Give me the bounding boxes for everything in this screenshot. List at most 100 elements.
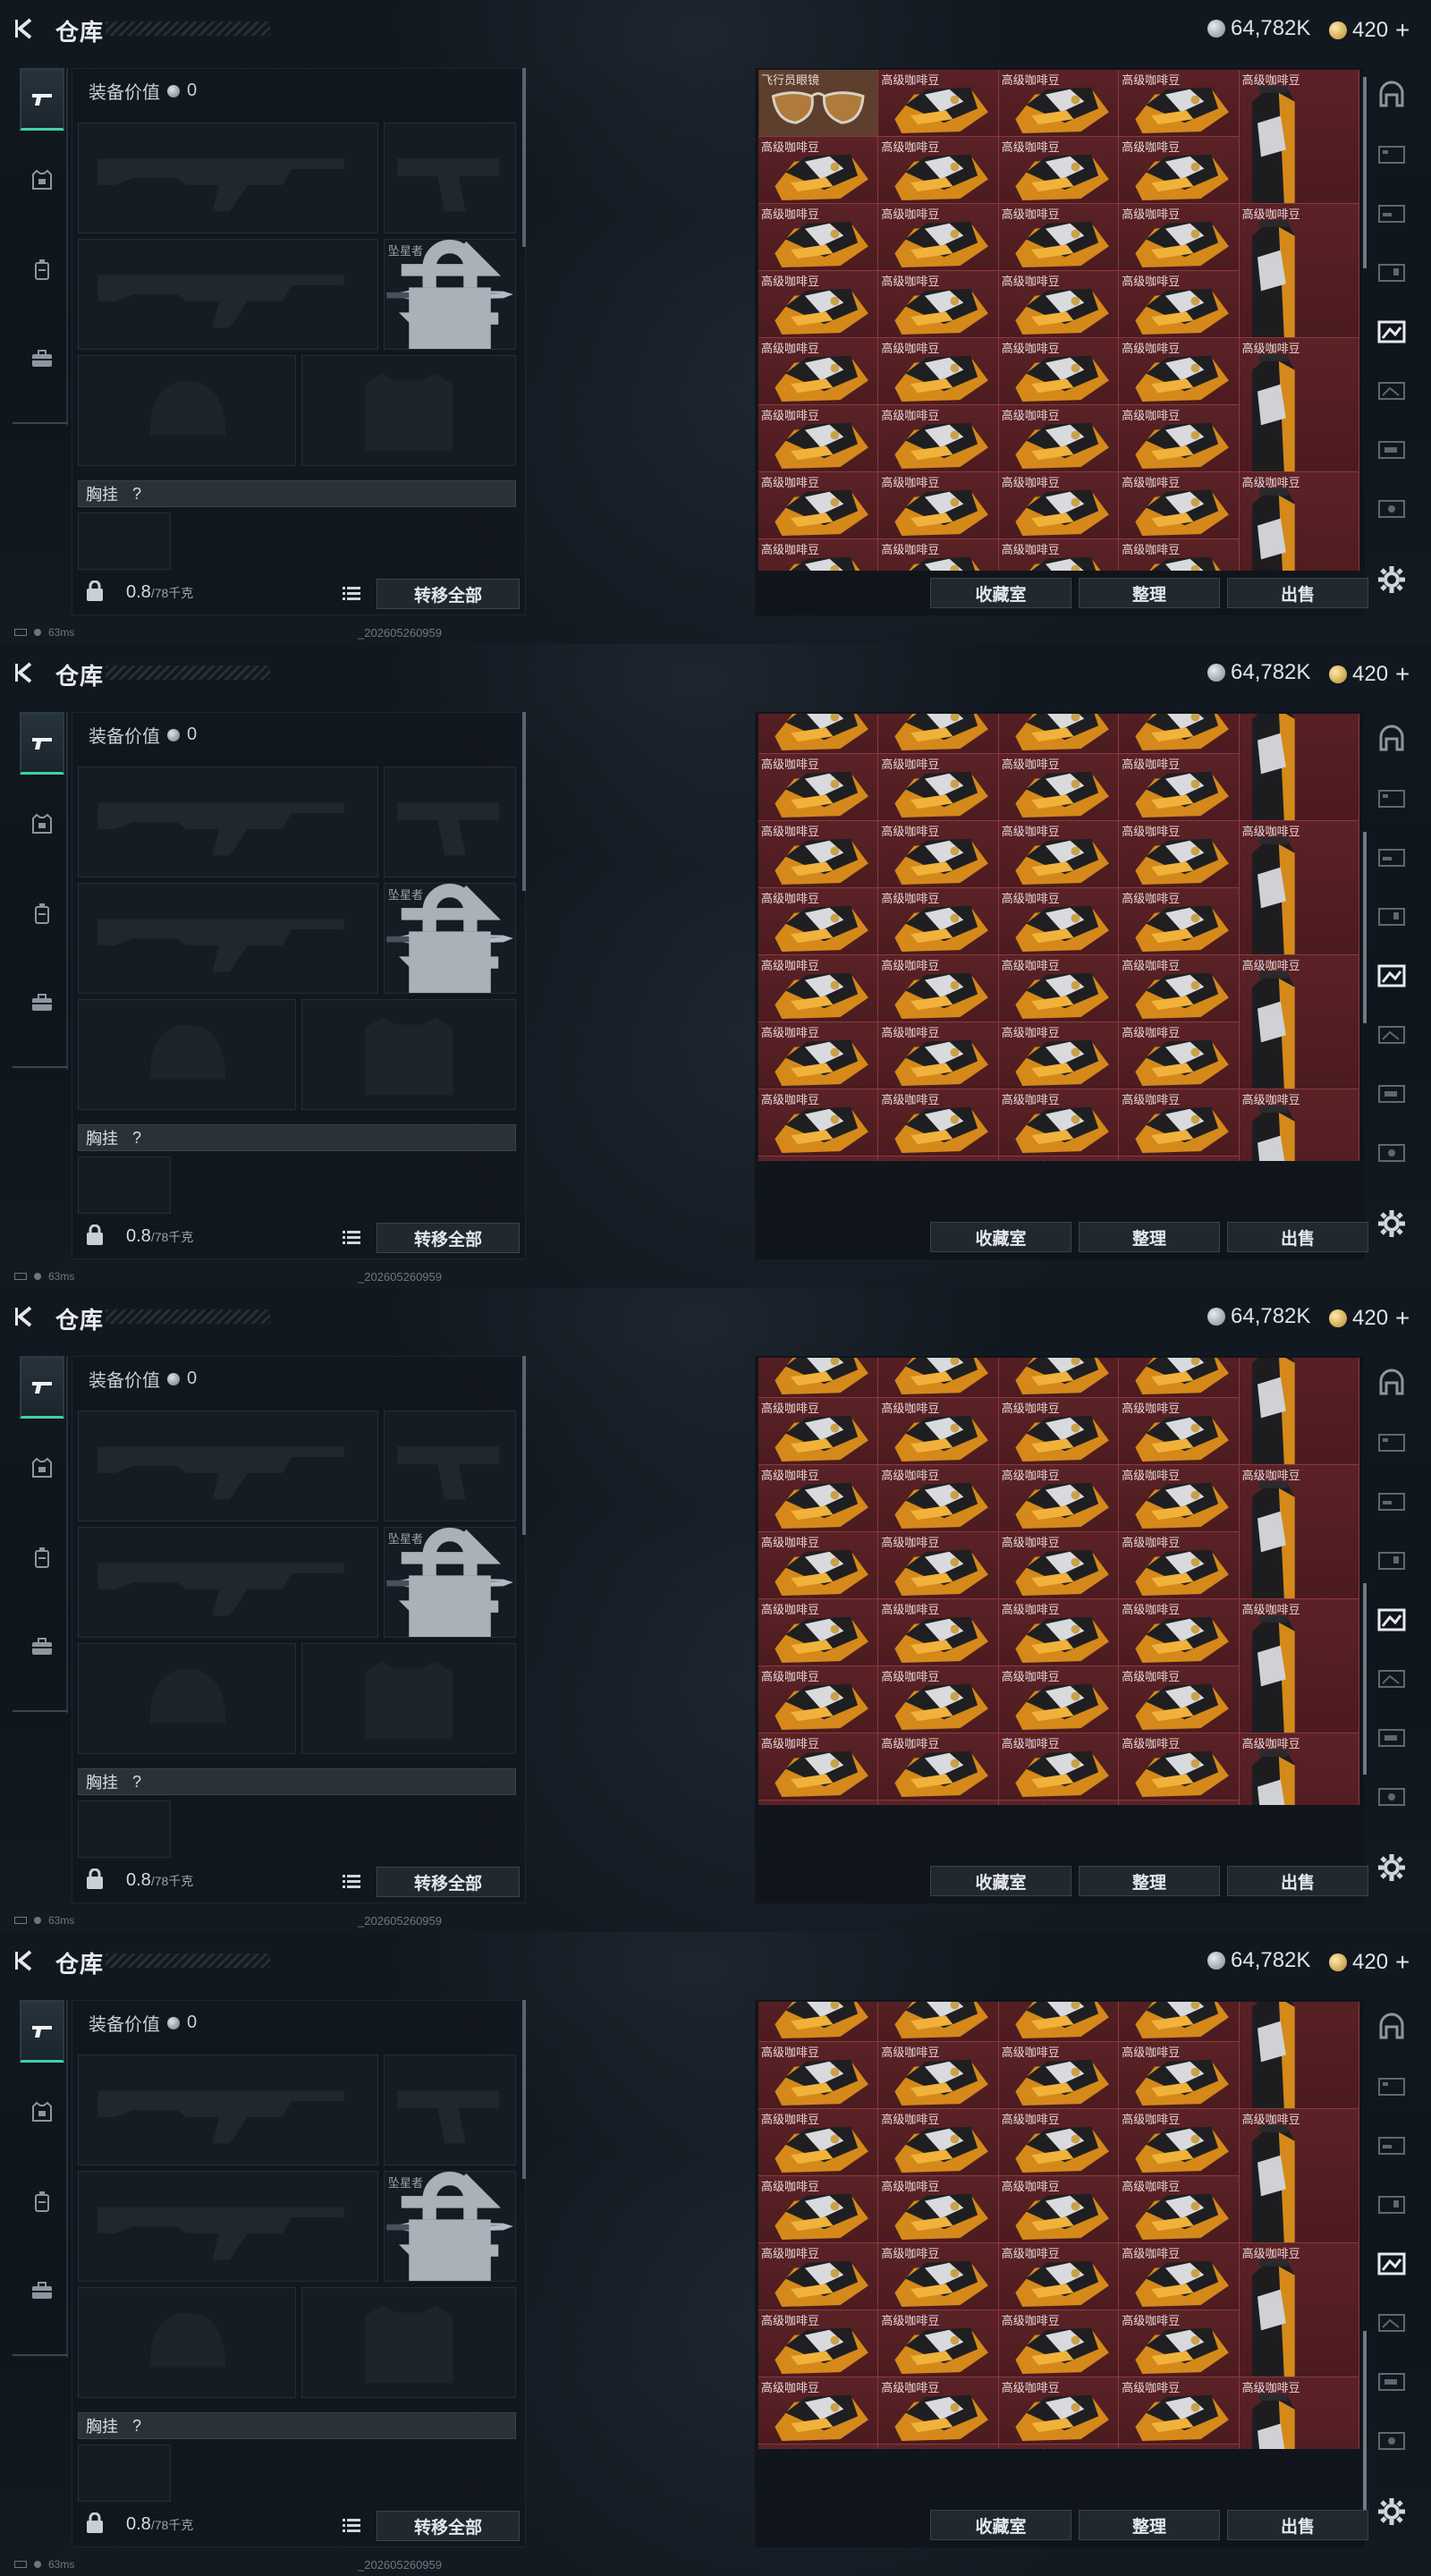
stash-page-tab[interactable] [1372, 1424, 1411, 1460]
stash-item[interactable]: 高级咖啡豆 [758, 1666, 879, 1733]
stash-item[interactable]: 高级咖啡豆 [758, 2445, 879, 2449]
stash-item[interactable]: 高级咖啡豆 [878, 137, 999, 204]
stash-item[interactable]: 高级咖啡豆 [878, 1398, 999, 1465]
stash-item[interactable]: 高级咖啡豆 [1239, 1089, 1359, 1161]
stash-item[interactable]: 高级咖啡豆 [878, 1532, 999, 1599]
collection-room-button[interactable]: 收藏室 [930, 1222, 1071, 1252]
stash-item[interactable]: 高级咖啡豆 [878, 821, 999, 888]
stash-page-tab[interactable] [1372, 839, 1411, 875]
stash-item[interactable]: 高级咖啡豆 [1239, 821, 1359, 955]
transfer-all-button[interactable]: 转移全部 [377, 579, 520, 609]
stash-item[interactable]: 高级咖啡豆 [758, 405, 879, 472]
back-arrow-icon[interactable] [13, 1304, 38, 1329]
stash-item[interactable]: 高级咖啡豆 [758, 2109, 879, 2176]
chest-rig-help[interactable]: ? [132, 2417, 141, 2436]
stash-item[interactable]: 高级咖啡豆 [1239, 955, 1359, 1089]
stash-item[interactable]: 高级咖啡豆 [1239, 2109, 1359, 2243]
stash-item[interactable]: 高级咖啡豆 [998, 1358, 1120, 1398]
stash-item[interactable]: 高级咖啡豆 [758, 888, 879, 955]
stash-item[interactable]: 高级咖啡豆 [1239, 204, 1359, 338]
stash-item[interactable]: 高级咖啡豆 [1119, 137, 1240, 204]
stash-item[interactable]: 高级咖啡豆 [998, 1666, 1120, 1733]
stash-item[interactable]: 高级咖啡豆 [878, 1599, 999, 1666]
melee-slot[interactable]: 坠星者 [384, 883, 516, 994]
stash-item[interactable]: 高级咖啡豆 [1119, 539, 1240, 571]
chest-rig-slot[interactable] [78, 1157, 171, 1214]
stash-item[interactable]: 高级咖啡豆 [758, 204, 879, 271]
stash-item[interactable]: 高级咖啡豆 [878, 955, 999, 1022]
stash-item[interactable]: 高级咖啡豆 [1239, 1733, 1359, 1805]
pistol-slot[interactable] [384, 2055, 516, 2165]
stash-item[interactable]: 高级咖啡豆 [758, 714, 879, 754]
stash-item[interactable]: 高级咖啡豆 [998, 539, 1120, 571]
pistol-slot[interactable] [384, 767, 516, 877]
stash-page-tab[interactable] [1372, 1016, 1411, 1052]
stash-page-tab[interactable] [1372, 2068, 1411, 2104]
stash-item[interactable]: 高级咖啡豆 [878, 405, 999, 472]
transfer-all-button[interactable]: 转移全部 [377, 2511, 520, 2541]
stash-page-tab[interactable] [1372, 77, 1411, 113]
stash-page-tab[interactable] [1372, 2363, 1411, 2399]
stash-item[interactable]: 高级咖啡豆 [758, 2042, 879, 2109]
helmet-slot[interactable] [78, 999, 296, 1110]
stash-item[interactable]: 高级咖啡豆 [878, 539, 999, 571]
stash-item[interactable]: 高级咖啡豆 [1239, 2002, 1359, 2109]
stash-page-tab[interactable] [1372, 1483, 1411, 1519]
secondary-weapon-slot[interactable] [78, 1527, 378, 1638]
stash-page-tab[interactable] [1372, 372, 1411, 408]
stash-item[interactable]: 高级咖啡豆 [998, 2310, 1120, 2377]
primary-weapon-slot[interactable] [78, 1411, 378, 1521]
tab-toolbox[interactable] [20, 971, 64, 1034]
stash-page-tab[interactable] [1372, 1660, 1411, 1696]
equipment-scrollbar[interactable] [522, 712, 526, 891]
collection-room-button[interactable]: 收藏室 [930, 1866, 1071, 1896]
armor-slot[interactable] [301, 1643, 516, 1754]
gold-currency[interactable]: 420 + [1329, 1948, 1410, 1977]
stash-item[interactable]: 高级咖啡豆 [1119, 2445, 1240, 2449]
stash-item[interactable]: 高级咖啡豆 [758, 2243, 879, 2310]
stash-item[interactable]: 高级咖啡豆 [1119, 2310, 1240, 2377]
stash-item[interactable]: 高级咖啡豆 [758, 955, 879, 1022]
stash-item[interactable]: 高级咖啡豆 [1119, 338, 1240, 405]
chest-rig-slot[interactable] [78, 1801, 171, 1858]
stash-item[interactable]: 高级咖啡豆 [998, 1398, 1120, 1465]
stash-item[interactable]: 高级咖啡豆 [1239, 472, 1359, 571]
stash-page-tab[interactable] [1372, 490, 1411, 526]
sort-button[interactable]: 整理 [1079, 1866, 1220, 1896]
back-arrow-icon[interactable] [13, 660, 38, 685]
secondary-weapon-slot[interactable] [78, 2171, 378, 2282]
gold-currency[interactable]: 420 + [1329, 16, 1410, 45]
stash-item[interactable]: 高级咖啡豆 [1119, 1157, 1240, 1161]
tab-backpack[interactable] [20, 2170, 64, 2233]
stash-page-tab[interactable] [1372, 136, 1411, 172]
stash-item[interactable]: 高级咖啡豆 [1119, 2002, 1240, 2042]
sort-button[interactable]: 整理 [1079, 578, 1220, 608]
stash-item[interactable]: 高级咖啡豆 [998, 821, 1120, 888]
stash-item[interactable]: 高级咖啡豆 [998, 1022, 1120, 1089]
chest-rig-help[interactable]: ? [132, 485, 141, 504]
stash-item[interactable]: 高级咖啡豆 [758, 1733, 879, 1801]
stash-item[interactable]: 高级咖啡豆 [758, 1801, 879, 1805]
stash-item[interactable]: 高级咖啡豆 [758, 2002, 879, 2042]
stash-item[interactable]: 高级咖啡豆 [878, 2445, 999, 2449]
stash-item[interactable]: 高级咖啡豆 [1119, 1022, 1240, 1089]
primary-weapon-slot[interactable] [78, 767, 378, 877]
stash-item[interactable]: 高级咖啡豆 [758, 539, 879, 571]
stash-item[interactable]: 高级咖啡豆 [878, 888, 999, 955]
stash-item[interactable]: 高级咖啡豆 [998, 754, 1120, 821]
melee-slot[interactable]: 坠星者 [384, 239, 516, 350]
stash-item[interactable]: 高级咖啡豆 [758, 338, 879, 405]
gear-icon[interactable] [1376, 1208, 1408, 1240]
add-currency-icon[interactable]: + [1395, 1304, 1410, 1333]
stash-item[interactable]: 高级咖啡豆 [998, 137, 1120, 204]
helmet-slot[interactable] [78, 355, 296, 466]
sell-button[interactable]: 出售 [1227, 2510, 1368, 2540]
sell-button[interactable]: 出售 [1227, 578, 1368, 608]
stash-page-tab[interactable] [1372, 957, 1411, 993]
stash-page-tab[interactable] [1372, 195, 1411, 231]
stash-item[interactable]: 高级咖啡豆 [998, 2002, 1120, 2042]
stash-item[interactable]: 高级咖啡豆 [758, 754, 879, 821]
stash-page-tab[interactable] [1372, 2009, 1411, 2045]
tab-weapons[interactable] [20, 68, 64, 131]
stash-item[interactable]: 高级咖啡豆 [1239, 1599, 1359, 1733]
